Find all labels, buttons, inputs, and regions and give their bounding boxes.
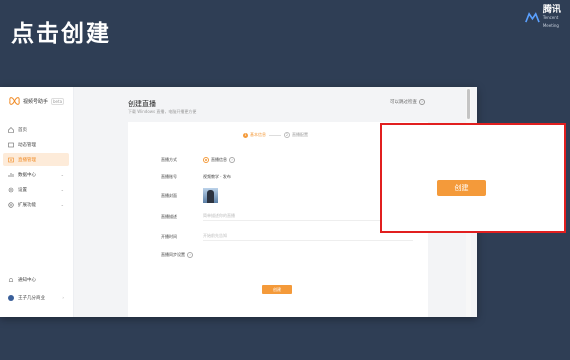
live-desc-label: 直播描述 [161,214,177,219]
sync-settings-row: 直播同步设置 ? [161,252,193,258]
sidebar-item-label: 直播管理 [18,157,36,163]
help-icon[interactable]: ? [229,157,235,163]
live-icon [8,157,14,163]
sidebar-item-data[interactable]: 数据中心 ⌄ [3,168,69,181]
step-label: 直播配置 [292,132,308,137]
sidebar-item-settings[interactable]: 设置 ⌄ [3,183,69,196]
brand-logo: 腾讯 Tencent Meeting [525,6,570,30]
live-type-option[interactable]: 直播信息 ? [203,157,235,163]
app-logo[interactable]: 视频号助手 beta [9,96,65,106]
sidebar-item-label: 动态管理 [18,142,36,148]
live-account-value: 视频教学 · 发布 [203,174,231,179]
live-account-label: 直播账号 [161,174,177,179]
live-type-value: 直播信息 [211,157,227,162]
home-icon [8,126,14,133]
zoom-callout: 创建 [380,123,566,233]
step-number: 1 [243,132,248,138]
live-cover-label: 直播封面 [161,193,177,198]
chevron-down-icon: ⌄ [60,187,64,192]
sidebar-item-label: 扩展功能 [18,202,36,208]
sidebar-item-posts[interactable]: 动态管理 [3,138,69,151]
create-button[interactable]: 创建 [262,285,292,294]
chart-icon [8,172,14,178]
chevron-right-icon: › [62,295,64,300]
help-icon[interactable]: ? [419,99,425,105]
live-type-label: 直播方式 [161,157,177,162]
sidebar-item-live[interactable]: 直播管理 [3,153,69,166]
notification-label: 通知中心 [18,277,36,283]
stepper: 1 基本信息 2 直播配置 [243,132,308,138]
skip-check-label: 可以跳过检查 [390,100,417,105]
app-name: 视频号助手 [23,98,49,105]
video-icon [8,142,14,148]
help-icon[interactable]: ? [187,252,193,258]
slide-title: 点击创建 [11,21,111,47]
avatar [8,294,14,301]
scrollbar-thumb[interactable] [467,89,470,119]
step-live-config[interactable]: 2 直播配置 [284,132,308,138]
chevron-down-icon: ⌄ [60,202,64,207]
sidebar-nav: 首页 动态管理 直播管理 数据中心 ⌄ 设置 ⌄ 扩展功能 ⌄ [3,123,69,213]
brand-sub: Tencent Meeting [542,15,559,28]
bell-icon [8,277,14,283]
butterfly-icon [9,97,20,105]
brand-name: 腾讯 [542,5,561,15]
page-title: 创建直播 [128,100,156,108]
step-divider [269,134,281,136]
brand-icon [525,12,540,23]
user-account[interactable]: 王子几分商业 › [3,291,69,304]
chevron-down-icon: ⌄ [60,172,64,177]
extension-icon [8,201,14,208]
step-number: 2 [284,132,290,138]
sidebar: 视频号助手 beta 首页 动态管理 直播管理 数据中心 ⌄ 设置 ⌄ 扩展功能… [0,87,74,317]
sidebar-item-label: 首页 [18,127,27,133]
sidebar-bottom: 通知中心 王子几分商业 › [3,273,69,309]
gear-icon [8,187,14,193]
skip-check-link[interactable]: 可以跳过检查 ? [390,99,425,105]
sidebar-item-extensions[interactable]: 扩展功能 ⌄ [3,198,69,211]
beta-badge: beta [51,97,65,105]
page-subtitle: 下载 Windows 直播，电脑开播更方便 [128,109,197,114]
sidebar-item-label: 数据中心 [18,172,36,178]
radio-selected[interactable] [203,157,209,163]
cover-image[interactable] [203,188,218,203]
sidebar-item-home[interactable]: 首页 [3,123,69,136]
sidebar-item-label: 设置 [18,187,27,193]
step-basic-info[interactable]: 1 基本信息 [243,132,266,138]
create-button-zoomed[interactable]: 创建 [437,180,486,196]
step-label: 基本信息 [250,132,266,137]
notification-center[interactable]: 通知中心 [3,273,69,286]
user-name: 王子几分商业 [18,295,45,301]
sync-settings-label: 直播同步设置 [161,252,185,257]
start-time-label: 开播时间 [161,234,177,239]
